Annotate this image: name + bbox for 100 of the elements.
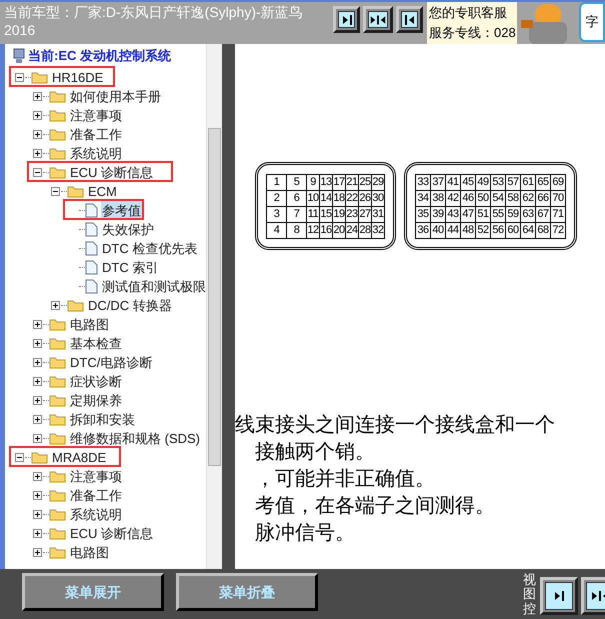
folder-icon [49,375,66,388]
tree-item[interactable]: 失效保护 [101,220,155,240]
tree-item[interactable]: MRA8DE [51,448,108,468]
document-icon [85,260,98,275]
tree-item[interactable]: 准备工作 [69,124,123,144]
tree-item[interactable]: ECU 诊断信息 [69,524,154,544]
pin-number: 55 [490,206,506,222]
expand-icon[interactable] [32,149,42,158]
pin-number: 40 [430,222,446,238]
dock-left-button[interactable] [396,6,423,33]
pin-number: 45 [460,174,476,190]
tree-item[interactable]: ECU 诊断信息 [69,162,154,182]
tree-item[interactable]: HR16DE [51,68,104,88]
expand-icon[interactable] [32,130,42,139]
expand-icon[interactable] [32,510,42,519]
expand-icon[interactable] [32,548,42,557]
expand-icon[interactable] [32,377,42,386]
tree-item[interactable]: DTC/电路诊断 [69,352,154,372]
tree-item[interactable]: 注意事项 [69,106,123,126]
pin-number: 29 [372,174,384,190]
pin-number: 50 [476,190,490,206]
tree-item[interactable]: 拆卸和安装 [69,410,136,430]
collapse-icon[interactable] [14,73,24,82]
tree-item[interactable]: 准备工作 [69,486,123,506]
folder-icon [49,508,66,521]
expand-icon[interactable] [32,339,42,348]
service-label: 您的专职客服 [429,4,508,22]
pin-number: 58 [506,190,520,206]
pin-number: 16 [320,222,332,238]
expand-icon[interactable] [32,472,42,481]
collapse-icon[interactable] [50,187,60,196]
tree-item[interactable]: DTC 检查优先表 [101,238,198,258]
tree-item[interactable]: 电路图 [69,314,110,334]
collapse-icon[interactable] [14,453,24,462]
arrow-to-bar-right-icon [552,589,566,603]
pin-number: 69 [550,174,566,190]
tree-item[interactable]: 如何使用本手册 [69,86,162,106]
pin-number: 22 [346,190,358,206]
pin-number: 14 [320,190,332,206]
pin-number: 31 [372,206,384,222]
pin-number: 13 [320,174,332,190]
system-title: 当前:EC 发动机控制系统 [28,47,171,66]
pin-number: 23 [346,206,358,222]
expand-icon[interactable] [32,434,42,443]
pin-number: 9 [306,174,320,190]
pin-number: 64 [520,222,536,238]
collapse-icon[interactable] [32,168,42,177]
view-right-button[interactable] [540,577,578,615]
expand-icon[interactable] [32,491,42,500]
folder-icon [49,546,66,559]
tree-item[interactable]: 基本检查 [69,334,123,354]
expand-icon[interactable] [32,111,42,120]
tree-item[interactable]: 症状诊断 [69,372,123,392]
arrow-to-bar-left-icon [402,12,416,26]
tree-item[interactable]: 电路图 [69,542,110,562]
pin-number: 61 [520,174,536,190]
folder-icon [49,470,66,483]
document-text: 接触两个销。 [254,440,376,465]
pin-number: 54 [490,190,506,206]
tree-item[interactable]: 定期保养 [69,390,123,410]
folder-icon [49,128,66,141]
pin-number: 19 [332,206,346,222]
tree-item[interactable]: DC/DC 转换器 [87,296,173,316]
pin-number: 10 [306,190,320,206]
pin-number: 6 [286,190,306,206]
tree-item[interactable]: 测试值和测试极限 [101,276,207,296]
folder-icon [49,413,66,426]
folder-icon [67,299,84,312]
pin-number: 68 [536,222,550,238]
expand-icon[interactable] [32,358,42,367]
computer-icon [13,48,25,64]
pin-number: 7 [286,206,306,222]
expand-icon[interactable] [32,529,42,538]
document-text: 考值，在各端子之间测得。 [254,494,496,519]
tree-item[interactable]: 注意事项 [69,466,123,486]
tree-item[interactable]: ECM [87,182,118,202]
pin-number: 33 [416,174,430,190]
folder-icon [49,394,66,407]
pin-number: 36 [416,222,430,238]
split-view-button[interactable] [363,6,393,33]
pin-number: 52 [476,222,490,238]
tree-item[interactable]: 维修数据和规格 (SDS) [69,428,201,448]
expand-icon[interactable] [32,92,42,101]
scrollbar[interactable] [206,44,222,569]
pin-number: 5 [286,174,306,190]
dock-right-button[interactable] [333,6,360,33]
pin-number: 59 [506,206,520,222]
tree-item[interactable]: 系统说明 [69,144,123,164]
pin-number: 43 [446,206,460,222]
pin-number: 42 [446,190,460,206]
tree-item[interactable]: DTC 索引 [101,258,160,278]
expand-icon[interactable] [32,320,42,329]
expand-icon[interactable] [32,415,42,424]
expand-icon[interactable] [32,396,42,405]
pin-number: 39 [430,206,446,222]
tree-item[interactable]: 系统说明 [69,504,123,524]
expand-icon[interactable] [50,301,60,310]
pin-number: 53 [490,174,506,190]
pin-number: 56 [490,222,506,238]
arrows-inward-icon [369,12,387,26]
